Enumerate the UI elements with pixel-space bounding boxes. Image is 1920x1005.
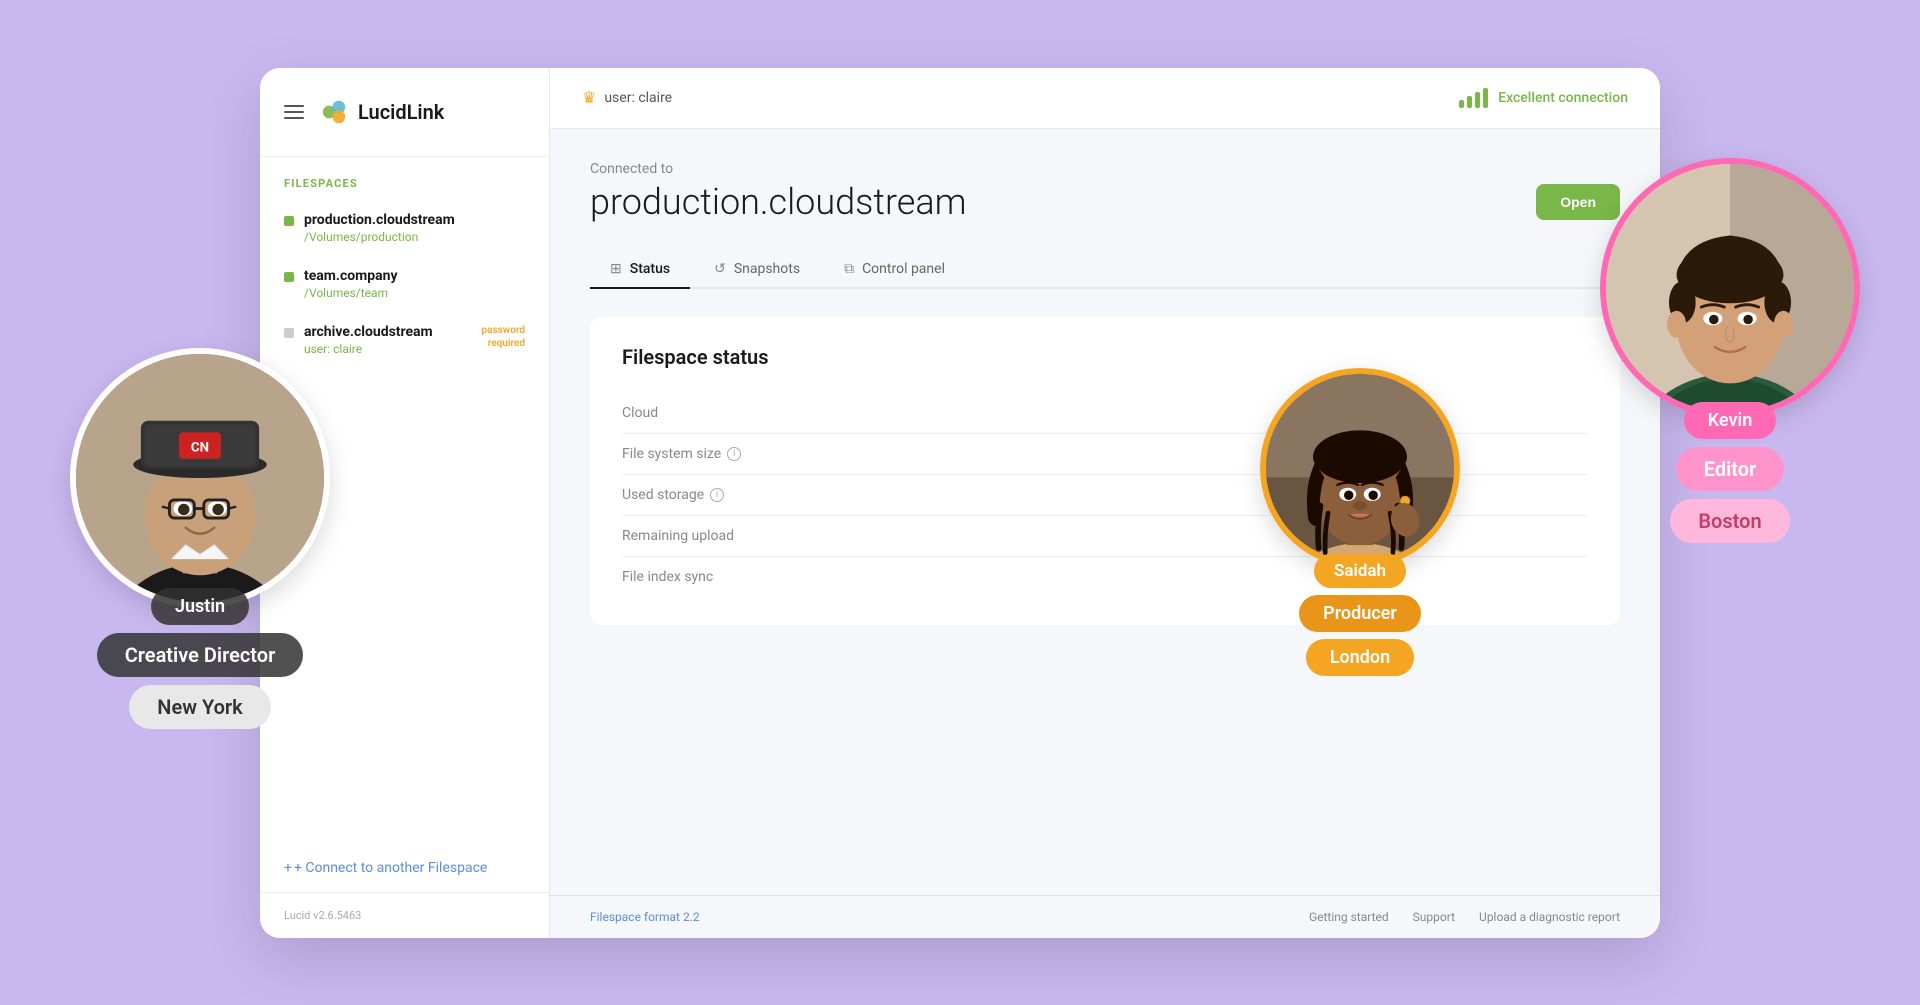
status-key-storage: Used storage i [622,487,802,503]
saidah-location-badge: London [1306,639,1414,676]
justin-location-badge: New York [129,685,270,729]
user-info: ♛ user: claire [582,88,672,107]
filespace-status-dot [284,272,294,282]
status-panel: Filespace status Cloud File system size … [590,317,1620,625]
svg-text:CN: CN [191,440,209,455]
filespace-item-production[interactable]: production.cloudstream /Volumes/producti… [260,200,549,256]
kevin-name-badge: Kevin [1684,402,1777,439]
filespace-format-label: Filespace format 2.2 [590,910,700,924]
app-version: Lucid v2.6.5463 [284,909,361,922]
avatar-saidah [1260,368,1460,568]
info-icon-filesystem: i [727,447,741,461]
footer-link-diagnostic[interactable]: Upload a diagnostic report [1479,910,1620,924]
signal-bars [1459,88,1488,108]
sliders-icon: ⧉ [844,261,854,277]
tab-control-panel-label: Control panel [862,261,945,277]
filespace-name: archive.cloudstream [304,324,433,340]
footer-link-getting-started[interactable]: Getting started [1309,910,1389,924]
crown-icon: ♛ [582,88,596,107]
main-content: ♛ user: claire Excellent connection Conn… [550,68,1660,938]
content-area: Connected to production.cloudstream Open… [550,129,1660,895]
kevin-location-badge: Boston [1670,499,1789,543]
avatar-kevin [1600,158,1860,418]
connect-filespace-button[interactable]: + + Connect to another Filespace [260,844,549,892]
hamburger-menu[interactable] [284,105,304,119]
justin-name-badge: Justin [151,588,249,625]
clock-icon: ↺ [714,261,726,277]
justin-role-badge: Creative Director [97,633,304,677]
status-key-cloud: Cloud [622,405,802,421]
plus-icon: + [284,860,292,876]
footer-links: Getting started Support Upload a diagnos… [1309,910,1620,924]
tab-snapshots-label: Snapshots [734,261,800,277]
saidah-role-badge: Producer [1299,595,1421,632]
filespace-name: production.cloudstream [304,212,455,228]
filespace-title-text: production.cloudstream [590,181,967,223]
top-bar: ♛ user: claire Excellent connection [550,68,1660,129]
tab-status-label: Status [630,261,670,277]
kevin-role-badge: Editor [1676,447,1785,491]
connected-to-label: Connected to [590,161,1620,177]
footer-link-support[interactable]: Support [1413,910,1455,924]
connection-status: Excellent connection [1459,88,1628,108]
connection-label: Excellent connection [1498,90,1628,106]
app-name: LucidLink [358,100,444,124]
filespaces-label: FILESPACES [260,157,549,200]
signal-bar-3 [1475,92,1480,108]
password-required-badge: passwordrequired [482,324,525,350]
filespace-title-row: production.cloudstream Open [590,181,1620,223]
lucidlink-logo-icon [318,96,350,128]
saidah-name-badge: Saidah [1314,554,1406,588]
avatar-justin: CN [70,348,330,608]
status-key-filesystem: File system size i [622,446,802,462]
signal-bar-4 [1483,88,1488,108]
filespace-status-dot-inactive [284,328,294,338]
filespace-path: /Volumes/team [304,286,398,300]
status-key-sync: File index sync [622,569,802,585]
filespace-item-team[interactable]: team.company /Volumes/team [260,256,549,312]
status-key-upload: Remaining upload [622,528,802,544]
person-card-justin: CN Justin Creative Directo [70,348,330,729]
user-label: user: claire [604,90,672,106]
tab-control-panel[interactable]: ⧉ Control panel [824,251,965,289]
logo: LucidLink [318,96,444,128]
sidebar-header: LucidLink [260,68,549,157]
info-icon-storage: i [710,488,724,502]
tab-snapshots[interactable]: ↺ Snapshots [694,251,820,289]
tab-status[interactable]: ⊞ Status [590,251,690,289]
person-card-kevin: Kevin Editor Boston [1600,158,1860,543]
filespace-name: team.company [304,268,398,284]
filespace-path: /Volumes/production [304,230,455,244]
connect-label: + Connect to another Filespace [294,860,487,876]
signal-bar-2 [1467,96,1472,108]
status-panel-title: Filespace status [622,345,1588,369]
grid-icon: ⊞ [610,261,622,277]
signal-bar-1 [1459,100,1464,108]
sidebar-footer: Lucid v2.6.5463 [260,892,549,938]
tab-bar: ⊞ Status ↺ Snapshots ⧉ Control panel [590,251,1620,289]
app-window: CN Justin Creative Directo [260,68,1660,938]
person-card-saidah: Saidah Producer London [1260,368,1460,676]
filespace-status-dot [284,216,294,226]
footer-bar: Filespace format 2.2 Getting started Sup… [550,895,1660,938]
